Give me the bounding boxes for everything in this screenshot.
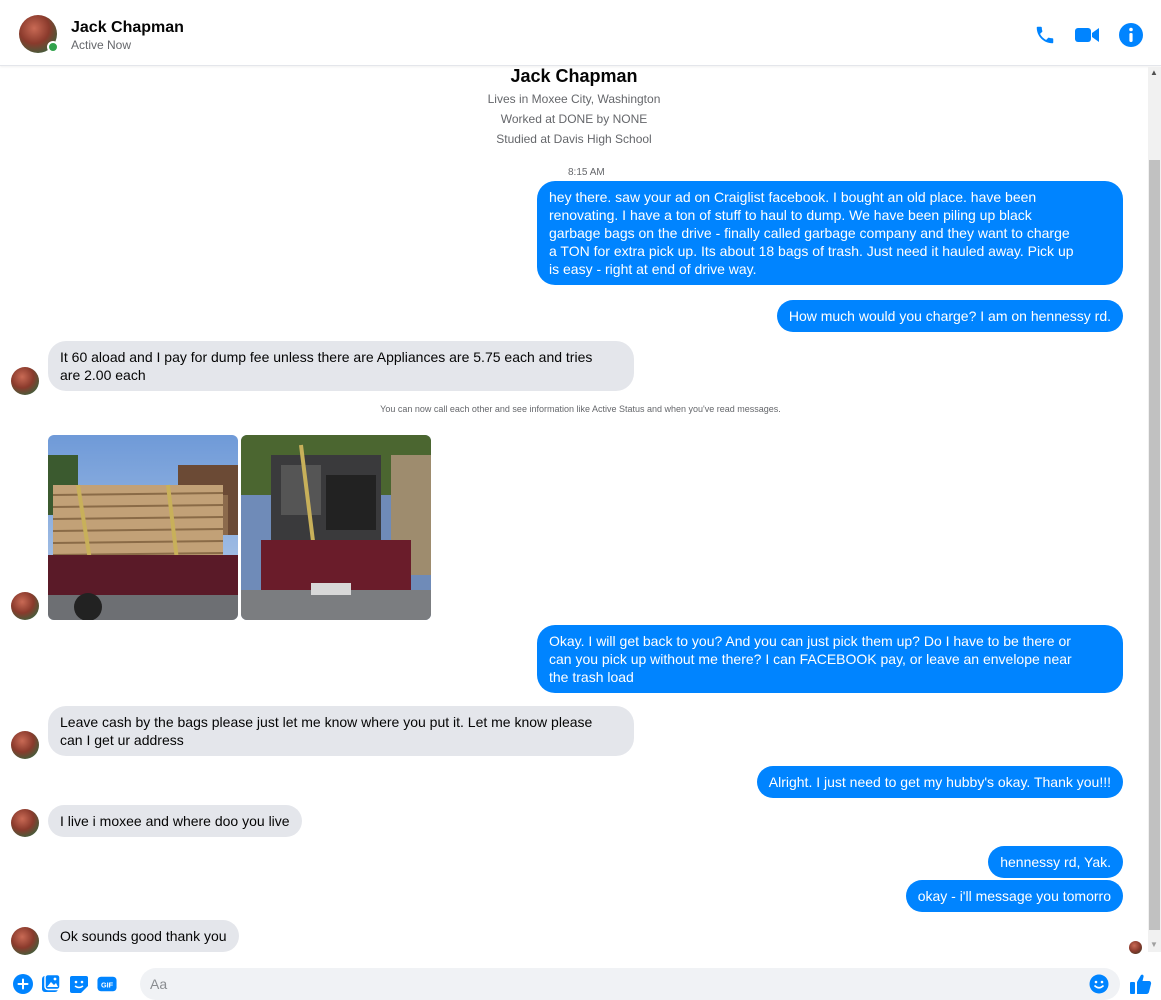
contact-status: Active Now — [71, 38, 132, 52]
outgoing-message[interactable]: Alright. I just need to get my hubby's o… — [756, 766, 1123, 798]
info-icon[interactable] — [1118, 22, 1144, 48]
plus-icon[interactable] — [13, 974, 33, 994]
outgoing-message[interactable]: hennessy rd, Yak. — [988, 846, 1123, 878]
outgoing-message[interactable]: okay - i'll message you tomorro — [905, 880, 1123, 912]
outgoing-message[interactable]: How much would you charge? I am on henne… — [776, 300, 1123, 332]
scroll-up-arrow-icon[interactable]: ▲ — [1150, 68, 1158, 77]
active-status-dot — [47, 41, 59, 53]
image-icon[interactable] — [41, 974, 61, 994]
seen-indicator-avatar — [1129, 941, 1142, 954]
photo-attachment[interactable] — [48, 435, 238, 620]
outgoing-message[interactable]: hey there. saw your ad on Craiglist face… — [537, 181, 1123, 285]
incoming-message[interactable]: It 60 aload and I pay for dump fee unles… — [48, 341, 634, 391]
incoming-message[interactable]: Ok sounds good thank you — [48, 920, 239, 952]
video-camera-icon[interactable] — [1074, 22, 1100, 48]
gif-icon[interactable]: GIF — [97, 974, 117, 994]
incoming-message[interactable]: I live i moxee and where doo you live — [48, 805, 302, 837]
scroll-down-arrow-icon[interactable]: ▼ — [1150, 940, 1158, 949]
sender-avatar[interactable] — [11, 367, 39, 395]
sender-avatar[interactable] — [11, 592, 39, 620]
profile-worked: Worked at DONE by NONE — [500, 112, 648, 126]
gif-label: GIF — [101, 981, 114, 990]
emoji-icon[interactable] — [1089, 974, 1109, 994]
phone-icon[interactable] — [1032, 22, 1058, 48]
message-input[interactable] — [150, 974, 1080, 994]
outgoing-message[interactable]: Okay. I will get back to you? And you ca… — [537, 625, 1123, 693]
thumbs-up-icon[interactable] — [1129, 972, 1153, 996]
sender-avatar[interactable] — [11, 927, 39, 955]
sticker-icon[interactable] — [69, 974, 89, 994]
message-input-container — [140, 968, 1120, 1000]
sender-avatar[interactable] — [11, 809, 39, 837]
incoming-message[interactable]: Leave cash by the bags please just let m… — [48, 706, 634, 756]
photo-attachment[interactable] — [241, 435, 431, 620]
profile-name: Jack Chapman — [510, 66, 638, 86]
sender-avatar[interactable] — [11, 731, 39, 759]
contact-name[interactable]: Jack Chapman — [71, 19, 184, 37]
conversation-header: Jack Chapman Active Now — [0, 0, 1161, 66]
profile-lives: Lives in Moxee City, Washington — [487, 92, 661, 106]
system-notice: You can now call each other and see info… — [380, 404, 781, 414]
message-timestamp: 8:15 AM — [568, 167, 605, 178]
message-scrollbar-thumb[interactable] — [1149, 160, 1160, 930]
profile-studied: Studied at Davis High School — [496, 132, 652, 146]
